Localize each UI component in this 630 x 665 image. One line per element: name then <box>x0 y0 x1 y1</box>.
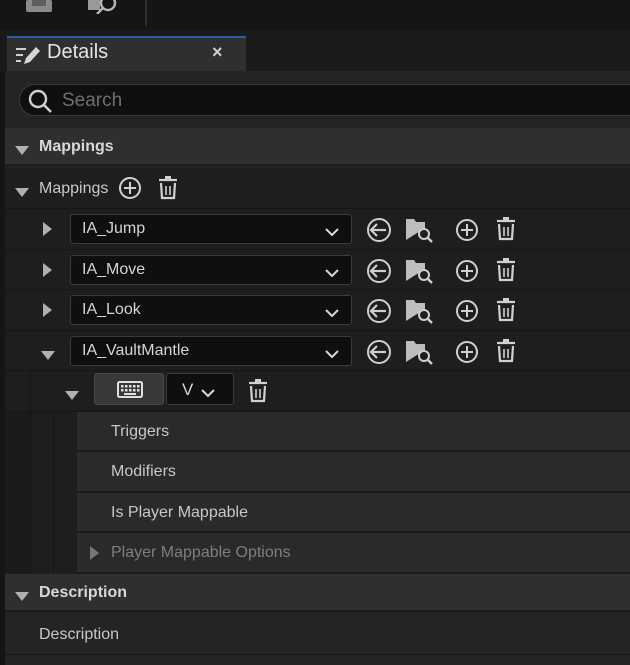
trash-icon[interactable] <box>495 298 517 327</box>
trash-icon[interactable] <box>495 217 517 246</box>
input-action-combo[interactable]: IA_Move <box>70 255 352 285</box>
close-icon[interactable]: × <box>212 42 223 63</box>
search-icon <box>26 88 54 119</box>
indent-line <box>30 371 31 411</box>
add-circle-icon[interactable] <box>455 299 479 328</box>
input-action-combo[interactable]: IA_VaultMantle <box>70 336 352 366</box>
category-label: Mappings <box>39 138 114 155</box>
tab-title: Details <box>47 41 109 63</box>
chevron-down-icon <box>325 265 339 283</box>
chevron-down-icon <box>201 385 215 403</box>
input-action-value: IA_Look <box>82 301 141 318</box>
add-circle-icon[interactable] <box>455 218 479 247</box>
search-box[interactable] <box>19 84 630 116</box>
browse-asset-icon[interactable] <box>405 216 433 249</box>
property-description[interactable]: Description <box>5 614 630 655</box>
indent-line <box>53 412 54 574</box>
search-input[interactable] <box>60 87 564 115</box>
collapse-triangle-icon[interactable] <box>15 588 29 606</box>
property-label: Modifiers <box>111 463 176 480</box>
collapse-triangle-icon[interactable] <box>15 184 29 202</box>
expand-triangle-icon[interactable] <box>90 546 99 565</box>
use-selected-icon[interactable] <box>366 258 392 289</box>
expand-triangle-icon[interactable] <box>43 222 52 241</box>
mappings-array-row: Mappings <box>5 168 630 209</box>
browse-icon[interactable] <box>88 0 122 19</box>
trash-icon[interactable] <box>495 258 517 287</box>
input-action-combo[interactable]: IA_Jump <box>70 214 352 244</box>
indent-line <box>30 412 31 574</box>
mappings-array-label: Mappings <box>39 180 109 197</box>
toolbar-separator <box>145 0 147 26</box>
chevron-down-icon <box>325 346 339 364</box>
expand-triangle-icon[interactable] <box>43 303 52 322</box>
use-selected-icon[interactable] <box>366 217 392 248</box>
property-label: Description <box>39 626 120 643</box>
property-label: Is Player Mappable <box>111 504 248 521</box>
category-description[interactable]: Description <box>5 574 630 612</box>
indent-gutter <box>31 412 77 574</box>
key-value-combo[interactable]: V <box>166 373 234 405</box>
browse-asset-icon[interactable] <box>405 257 433 290</box>
key-binding-row: V <box>5 371 630 412</box>
top-toolbar <box>0 0 630 30</box>
trash-icon[interactable] <box>495 339 517 368</box>
use-selected-icon[interactable] <box>366 298 392 329</box>
save-icon[interactable] <box>26 0 52 18</box>
mapping-row: IA_Move <box>5 250 630 290</box>
details-panel: Mappings Mappings IA_Jump <box>5 71 630 665</box>
search-bar <box>5 71 630 127</box>
mapping-row: IA_Look <box>5 290 630 331</box>
collapse-triangle-icon[interactable] <box>15 142 29 160</box>
property-label: Triggers <box>111 423 170 440</box>
add-circle-icon[interactable] <box>455 340 479 369</box>
input-action-value: IA_Move <box>82 261 146 278</box>
expand-triangle-icon[interactable] <box>43 263 52 282</box>
input-action-combo[interactable]: IA_Look <box>70 295 352 325</box>
property-is-player-mappable[interactable]: Is Player Mappable <box>77 493 630 533</box>
trash-icon[interactable] <box>157 176 179 205</box>
browse-asset-icon[interactable] <box>405 297 433 330</box>
tab-details[interactable]: Details × <box>7 36 246 71</box>
property-modifiers[interactable]: Modifiers <box>77 452 630 493</box>
chevron-down-icon <box>325 305 339 323</box>
input-action-value: IA_VaultMantle <box>82 342 190 359</box>
category-label: Description <box>39 584 128 601</box>
use-selected-icon[interactable] <box>366 339 392 370</box>
chevron-down-icon <box>325 224 339 242</box>
property-label: Player Mappable Options <box>111 544 291 561</box>
keyboard-icon <box>117 381 143 403</box>
key-selector-button[interactable] <box>94 373 164 405</box>
trash-icon[interactable] <box>247 379 269 408</box>
input-action-value: IA_Jump <box>82 220 146 237</box>
details-pencil-icon <box>15 44 41 71</box>
key-value: V <box>182 380 194 399</box>
property-player-mappable-options[interactable]: Player Mappable Options <box>77 533 630 574</box>
mapping-row: IA_VaultMantle <box>5 331 630 371</box>
category-mappings[interactable]: Mappings <box>5 128 630 166</box>
add-circle-icon[interactable] <box>455 259 479 288</box>
tab-strip: Details × <box>0 30 630 71</box>
browse-asset-icon[interactable] <box>405 338 433 371</box>
property-triggers[interactable]: Triggers <box>77 412 630 452</box>
mapping-row: IA_Jump <box>5 209 630 250</box>
add-circle-icon[interactable] <box>118 176 142 205</box>
collapse-triangle-icon[interactable] <box>41 347 55 365</box>
collapse-triangle-icon[interactable] <box>65 387 79 405</box>
